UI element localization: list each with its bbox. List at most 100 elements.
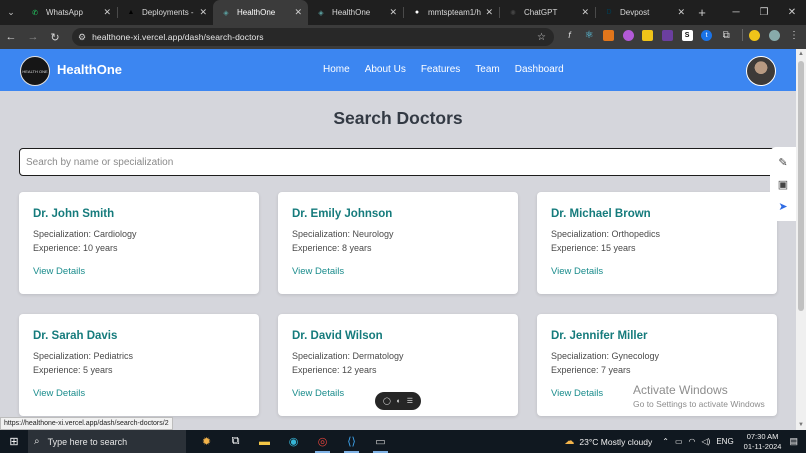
dark-ext-icon[interactable] [661, 29, 673, 41]
reload-icon[interactable]: ↻ [44, 31, 66, 44]
toggle-icon[interactable]: ◐ [397, 398, 401, 405]
view-details-link[interactable]: View Details [292, 266, 344, 277]
tab-close-icon[interactable]: ✕ [389, 7, 397, 18]
browser-tab[interactable]: ◈ HealthOne ✕ [213, 0, 308, 25]
chrome-icon[interactable]: ◎ [308, 430, 337, 453]
weather-widget[interactable]: ☁ 23°C Mostly cloudy [564, 436, 652, 447]
view-details-link[interactable]: View Details [292, 388, 344, 399]
chevron-up-icon[interactable]: ⌃ [662, 437, 669, 446]
terminal-icon[interactable]: ▭ [366, 430, 395, 453]
tab-title: HealthOne [332, 8, 371, 17]
minimize-icon[interactable]: ─ [722, 0, 750, 25]
wifi-icon[interactable]: ◠ [689, 437, 696, 446]
send-icon[interactable]: ➤ [778, 200, 787, 213]
tab-close-icon[interactable]: ✕ [103, 7, 111, 18]
comment-icon[interactable]: ◯ [383, 397, 391, 405]
file-explorer-icon[interactable]: ▬ [250, 430, 279, 453]
browser-tab[interactable]: ▲ Deployments - V ✕ [118, 0, 213, 25]
lizard-icon[interactable] [749, 29, 761, 41]
yellow-ext-icon[interactable] [642, 29, 654, 41]
doctor-specialization: Specialization: Gynecology [551, 351, 660, 361]
list-icon[interactable]: ☰ [407, 397, 413, 405]
view-details-link[interactable]: View Details [551, 388, 603, 399]
f-icon[interactable]: f [564, 30, 575, 41]
s-icon[interactable]: S [681, 29, 693, 41]
view-details-link[interactable]: View Details [33, 266, 85, 277]
menu-icon[interactable]: ⋮ [789, 30, 800, 41]
url-text: healthone-xi.vercel.app/dash/search-doct… [92, 32, 264, 42]
browser-tab[interactable]: ◈ HealthOne ✕ [308, 0, 403, 25]
page-scrollbar[interactable]: ▲ ▼ [796, 49, 806, 430]
browser-tab[interactable]: ✆ WhatsApp ✕ [22, 0, 117, 25]
blue-ext-icon[interactable]: t [701, 29, 713, 41]
tab-favicon-icon: ▲ [127, 9, 135, 16]
doctor-specialization: Specialization: Pediatrics [33, 351, 134, 361]
back-icon[interactable]: ← [0, 31, 22, 43]
taskbar-apps: ✹ ⧉ ▬ ◉ ◎ ⟨⟩ ▭ [192, 430, 395, 453]
side-tools-panel: ✎ ▣ ➤ [770, 147, 796, 221]
tab-close-icon[interactable]: ✕ [677, 7, 685, 18]
screenshot-icon[interactable]: ▣ [778, 178, 788, 191]
doctor-specialization: Specialization: Orthopedics [551, 229, 661, 239]
bookmark-star-icon[interactable]: ☆ [537, 32, 546, 43]
brand-name[interactable]: HealthOne [57, 62, 122, 77]
close-window-icon[interactable]: ✕ [778, 0, 806, 25]
edge-icon[interactable]: ◉ [279, 430, 308, 453]
language-label[interactable]: ENG [716, 437, 733, 446]
clock-time: 07:30 AM [746, 431, 779, 441]
tab-title: ChatGPT [524, 8, 558, 17]
scroll-up-icon[interactable]: ▲ [796, 51, 806, 57]
doctor-name: Dr. Emily Johnson [292, 208, 393, 220]
tab-close-icon[interactable]: ✕ [581, 7, 589, 18]
widgets-icon[interactable]: ✹ [192, 430, 221, 453]
nav-link-features[interactable]: Features [421, 64, 460, 75]
new-tab-button[interactable]: + [691, 0, 713, 25]
view-details-link[interactable]: View Details [33, 388, 85, 399]
nav-link-dashboard[interactable]: Dashboard [515, 64, 564, 75]
tab-search-icon[interactable]: ⌄ [0, 0, 22, 25]
tab-favicon-icon: ✺ [510, 9, 516, 17]
page-viewport: HEALTH ONE HealthOne Home About Us Feature… [0, 49, 806, 430]
profile-icon[interactable] [768, 29, 780, 41]
maximize-icon[interactable]: ❐ [750, 0, 778, 25]
wand-icon[interactable]: ✎ [778, 156, 787, 169]
tab-close-icon[interactable]: ✕ [294, 7, 302, 18]
activate-windows-watermark: Activate Windows Go to Settings to activ… [633, 383, 765, 409]
doctor-name: Dr. Sarah Davis [33, 330, 118, 342]
windows-start-icon[interactable]: ⊞ [0, 435, 28, 448]
task-view-icon[interactable]: ⧉ [221, 430, 250, 453]
taskbar-search-box[interactable]: ⌕ Type here to search [28, 430, 186, 453]
search-input[interactable] [19, 148, 777, 176]
site-info-icon[interactable]: ⚙ [78, 32, 86, 43]
nav-link-team[interactable]: Team [475, 64, 499, 75]
nav-link-home[interactable]: Home [323, 64, 350, 75]
nav-link-about-us[interactable]: About Us [365, 64, 406, 75]
page-title: Search Doctors [333, 108, 463, 128]
react-icon[interactable]: ⚛ [584, 30, 595, 41]
tab-favicon-icon: ◈ [318, 9, 324, 17]
fox-icon[interactable] [603, 29, 615, 41]
browser-tab[interactable]: ● mmtspteam1/he ✕ [404, 0, 499, 25]
volume-icon[interactable]: ◁) [702, 437, 711, 446]
user-avatar[interactable] [746, 56, 776, 86]
battery-icon[interactable]: ▭ [675, 437, 683, 446]
color-icon[interactable] [622, 29, 634, 41]
doctor-name: Dr. David Wilson [292, 330, 383, 342]
scroll-down-icon[interactable]: ▼ [796, 422, 806, 428]
browser-tab[interactable]: D Devpost ✕ [596, 0, 691, 25]
tab-close-icon[interactable]: ✕ [199, 7, 207, 18]
doctor-experience: Experience: 8 years [292, 243, 372, 253]
puzzle-icon[interactable]: ⧉ [721, 30, 732, 41]
brand-logo[interactable]: HEALTH ONE [20, 56, 50, 86]
address-bar[interactable]: ⚙ healthone-xi.vercel.app/dash/search-do… [72, 28, 554, 46]
weather-text: 23°C Mostly cloudy [579, 436, 653, 447]
clock[interactable]: 07:30 AM 01-11-2024 [744, 432, 782, 452]
notification-icon[interactable]: ▤ [789, 436, 798, 447]
view-details-link[interactable]: View Details [551, 266, 603, 277]
vscode-icon[interactable]: ⟨⟩ [337, 430, 366, 453]
forward-icon[interactable]: → [22, 31, 44, 43]
scroll-thumb[interactable] [798, 61, 804, 311]
browser-tab[interactable]: ✺ ChatGPT ✕ [500, 0, 595, 25]
window-controls: ─ ❐ ✕ [722, 0, 806, 25]
tab-close-icon[interactable]: ✕ [485, 7, 493, 18]
